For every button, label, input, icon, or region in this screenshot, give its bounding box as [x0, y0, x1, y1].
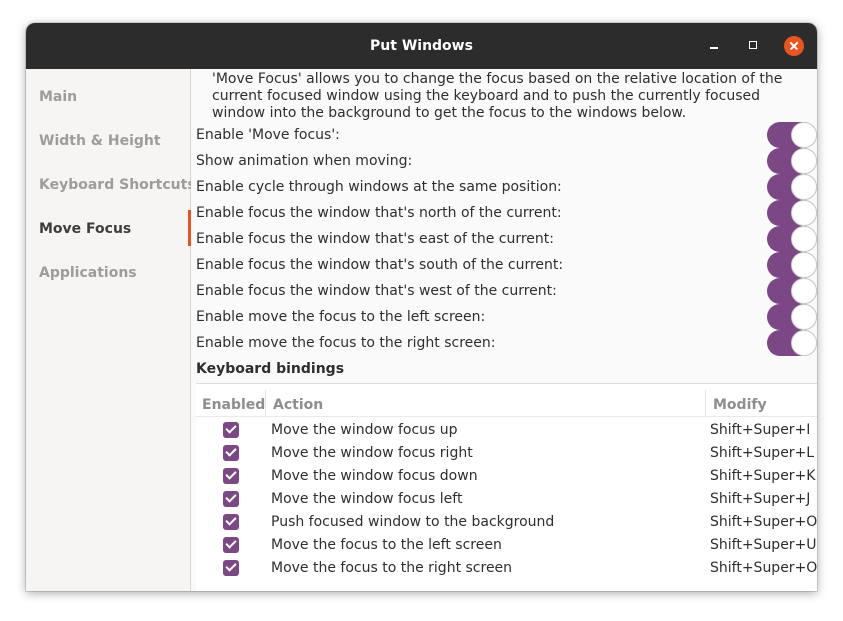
row-action: Push focused window to the background — [271, 514, 555, 530]
option-label-focus-south: Enable focus the window that's south of … — [196, 257, 564, 273]
app-window: Put Windows Main Width & Height Keyboard… — [26, 23, 817, 591]
row-shortcut[interactable]: Shift+Super+L — [710, 445, 814, 461]
row-enabled-checkbox[interactable] — [223, 422, 239, 438]
row-enabled-checkbox[interactable] — [223, 537, 239, 553]
row-shortcut[interactable]: Shift+Super+O — [710, 560, 817, 576]
row-enabled-checkbox[interactable] — [223, 445, 239, 461]
toggle-focus-north[interactable] — [767, 200, 817, 226]
row-action: Move the window focus down — [271, 468, 478, 484]
maximize-icon[interactable] — [744, 36, 764, 56]
keyboard-bindings-title: Keyboard bindings — [196, 361, 345, 377]
row-enabled-checkbox[interactable] — [223, 560, 239, 576]
column-divider — [265, 390, 266, 416]
row-shortcut[interactable]: Shift+Super+O — [710, 514, 817, 530]
sidebar-item-keyboard-shortcuts[interactable]: Keyboard Shortcuts — [39, 177, 196, 193]
option-label-focus-west: Enable focus the window that's west of t… — [196, 283, 557, 299]
toggle-show-animation[interactable] — [767, 148, 817, 174]
row-enabled-checkbox[interactable] — [223, 468, 239, 484]
row-shortcut[interactable]: Shift+Super+K — [710, 468, 815, 484]
row-action: Move the window focus right — [271, 445, 473, 461]
option-label-show-animation: Show animation when moving: — [196, 153, 413, 169]
sidebar-item-move-focus[interactable]: Move Focus — [39, 221, 131, 237]
toggle-enable-move-focus[interactable] — [767, 122, 817, 148]
option-label-focus-east: Enable focus the window that's east of t… — [196, 231, 554, 247]
row-shortcut[interactable]: Shift+Super+I — [710, 422, 810, 438]
row-shortcut[interactable]: Shift+Super+U — [710, 537, 817, 553]
header-divider — [196, 416, 817, 417]
sidebar-item-width-height[interactable]: Width & Height — [39, 133, 161, 149]
sidebar-item-main[interactable]: Main — [39, 89, 77, 105]
row-enabled-checkbox[interactable] — [223, 514, 239, 530]
title-bar[interactable]: Put Windows — [26, 23, 817, 69]
row-shortcut[interactable]: Shift+Super+J — [710, 491, 810, 507]
column-header-enabled[interactable]: Enabled — [202, 397, 265, 413]
toggle-right-screen[interactable] — [767, 330, 817, 356]
row-action: Move the focus to the left screen — [271, 537, 502, 553]
sidebar: Main Width & Height Keyboard Shortcuts M… — [26, 69, 196, 591]
option-label-right-screen: Enable move the focus to the right scree… — [196, 335, 496, 351]
column-header-modify[interactable]: Modify — [713, 397, 767, 413]
sidebar-item-applications[interactable]: Applications — [39, 265, 137, 281]
toggle-focus-west[interactable] — [767, 278, 817, 304]
option-label-enable-move-focus: Enable 'Move focus': — [196, 127, 340, 143]
row-action: Move the window focus up — [271, 422, 458, 438]
row-enabled-checkbox[interactable] — [223, 491, 239, 507]
keyboard-bindings-table: Enabled Action Modify Move the window fo… — [196, 383, 817, 591]
row-action: Move the window focus left — [271, 491, 463, 507]
option-label-focus-north: Enable focus the window that's north of … — [196, 205, 562, 221]
page-description: 'Move Focus' allows you to change the fo… — [212, 71, 783, 121]
window-title: Put Windows — [370, 38, 473, 54]
toggle-left-screen[interactable] — [767, 304, 817, 330]
row-action: Move the focus to the right screen — [271, 560, 513, 576]
toggle-focus-east[interactable] — [767, 226, 817, 252]
option-label-cycle-windows: Enable cycle through windows at the same… — [196, 179, 562, 195]
column-divider — [705, 390, 706, 416]
minimize-icon[interactable] — [704, 36, 724, 56]
toggle-focus-south[interactable] — [767, 252, 817, 278]
close-icon[interactable] — [784, 36, 804, 56]
column-header-action[interactable]: Action — [273, 397, 323, 413]
move-focus-page: 'Move Focus' allows you to change the fo… — [191, 69, 817, 591]
toggle-cycle-windows[interactable] — [767, 174, 817, 200]
option-label-left-screen: Enable move the focus to the left screen… — [196, 309, 486, 325]
